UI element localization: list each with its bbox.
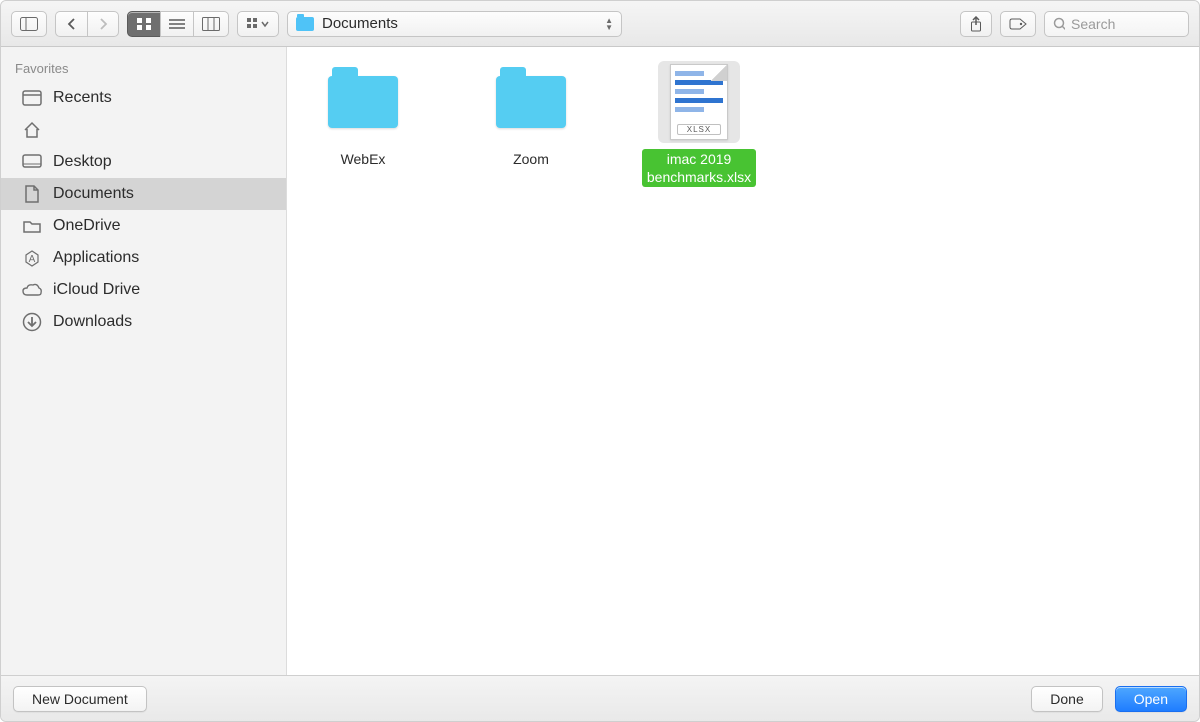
- sidebar-section-title: Favorites: [1, 57, 286, 82]
- sidebar-item-desktop[interactable]: Desktop: [1, 146, 286, 178]
- folder-icon: [21, 218, 43, 234]
- group-button[interactable]: [237, 11, 279, 37]
- folder-icon: [296, 17, 314, 31]
- search-icon: [1053, 17, 1065, 31]
- sidebar-item-home[interactable]: [1, 114, 286, 146]
- forward-button[interactable]: [87, 11, 119, 37]
- nav-back-forward: [55, 11, 119, 37]
- sidebar: Favorites Recents Desktop Documents OneD…: [1, 47, 287, 675]
- chevron-left-icon: [67, 18, 77, 30]
- sidebar-item-recents[interactable]: Recents: [1, 82, 286, 114]
- toolbar: Documents ▲▼: [1, 1, 1199, 47]
- file-item-folder[interactable]: Zoom: [483, 61, 579, 169]
- sidebar-item-label: Documents: [53, 185, 134, 203]
- path-label: Documents: [322, 15, 597, 32]
- file-item-folder[interactable]: WebEx: [315, 61, 411, 169]
- sidebar-item-documents[interactable]: Documents: [1, 178, 286, 210]
- search-input[interactable]: [1071, 16, 1180, 32]
- sidebar-item-label: OneDrive: [53, 217, 121, 235]
- applications-icon: A: [21, 249, 43, 267]
- share-icon: [969, 16, 983, 32]
- back-button[interactable]: [55, 11, 87, 37]
- sidebar-item-label: Applications: [53, 249, 139, 267]
- done-button[interactable]: Done: [1031, 686, 1102, 712]
- tag-icon: [1009, 17, 1027, 31]
- sidebar-item-label: Recents: [53, 89, 112, 107]
- xlsx-icon: XLSX: [658, 61, 740, 143]
- file-name: imac 2019 benchmarks.xlsx: [642, 149, 756, 187]
- group-icon: [246, 17, 270, 31]
- svg-text:A: A: [29, 254, 36, 265]
- updown-icon: ▲▼: [605, 17, 613, 31]
- tags-button[interactable]: [1000, 11, 1036, 37]
- sidebar-item-onedrive[interactable]: OneDrive: [1, 210, 286, 242]
- sidebar-item-label: iCloud Drive: [53, 281, 140, 299]
- grid-icon: [136, 17, 152, 31]
- sidebar-item-applications[interactable]: A Applications: [1, 242, 286, 274]
- sidebar-item-icloud[interactable]: iCloud Drive: [1, 274, 286, 306]
- sidebar-resize-handle[interactable]: [281, 47, 287, 675]
- columns-icon: [202, 17, 220, 31]
- view-mode-segment: [127, 11, 229, 37]
- search-field[interactable]: [1044, 11, 1189, 37]
- file-name: Zoom: [508, 149, 554, 169]
- home-icon: [21, 121, 43, 139]
- path-popup[interactable]: Documents ▲▼: [287, 11, 622, 37]
- view-icons-button[interactable]: [127, 11, 160, 37]
- sidebar-icon: [20, 17, 38, 31]
- file-grid[interactable]: WebEx Zoom XLSX imac 2019 benchmarks.xls…: [287, 47, 1199, 675]
- recents-icon: [21, 90, 43, 106]
- footer: New Document Done Open: [1, 675, 1199, 721]
- view-columns-button[interactable]: [193, 11, 229, 37]
- view-list-button[interactable]: [160, 11, 193, 37]
- new-document-button[interactable]: New Document: [13, 686, 147, 712]
- group-menu: [237, 11, 279, 37]
- folder-icon: [322, 61, 404, 143]
- sidebar-toggle-button[interactable]: [11, 11, 47, 37]
- file-name: WebEx: [336, 149, 391, 169]
- file-item-xlsx[interactable]: XLSX imac 2019 benchmarks.xlsx: [651, 61, 747, 187]
- open-button[interactable]: Open: [1115, 686, 1187, 712]
- sidebar-item-downloads[interactable]: Downloads: [1, 306, 286, 338]
- list-icon: [169, 18, 185, 30]
- downloads-icon: [21, 312, 43, 332]
- body: Favorites Recents Desktop Documents OneD…: [1, 47, 1199, 675]
- sidebar-item-label: Desktop: [53, 153, 112, 171]
- cloud-icon: [21, 282, 43, 298]
- desktop-icon: [21, 154, 43, 170]
- chevron-right-icon: [98, 18, 108, 30]
- finder-open-dialog: Documents ▲▼ Favorites Recents: [0, 0, 1200, 722]
- documents-icon: [21, 184, 43, 204]
- folder-icon: [490, 61, 572, 143]
- share-button[interactable]: [960, 11, 992, 37]
- sidebar-item-label: Downloads: [53, 313, 132, 331]
